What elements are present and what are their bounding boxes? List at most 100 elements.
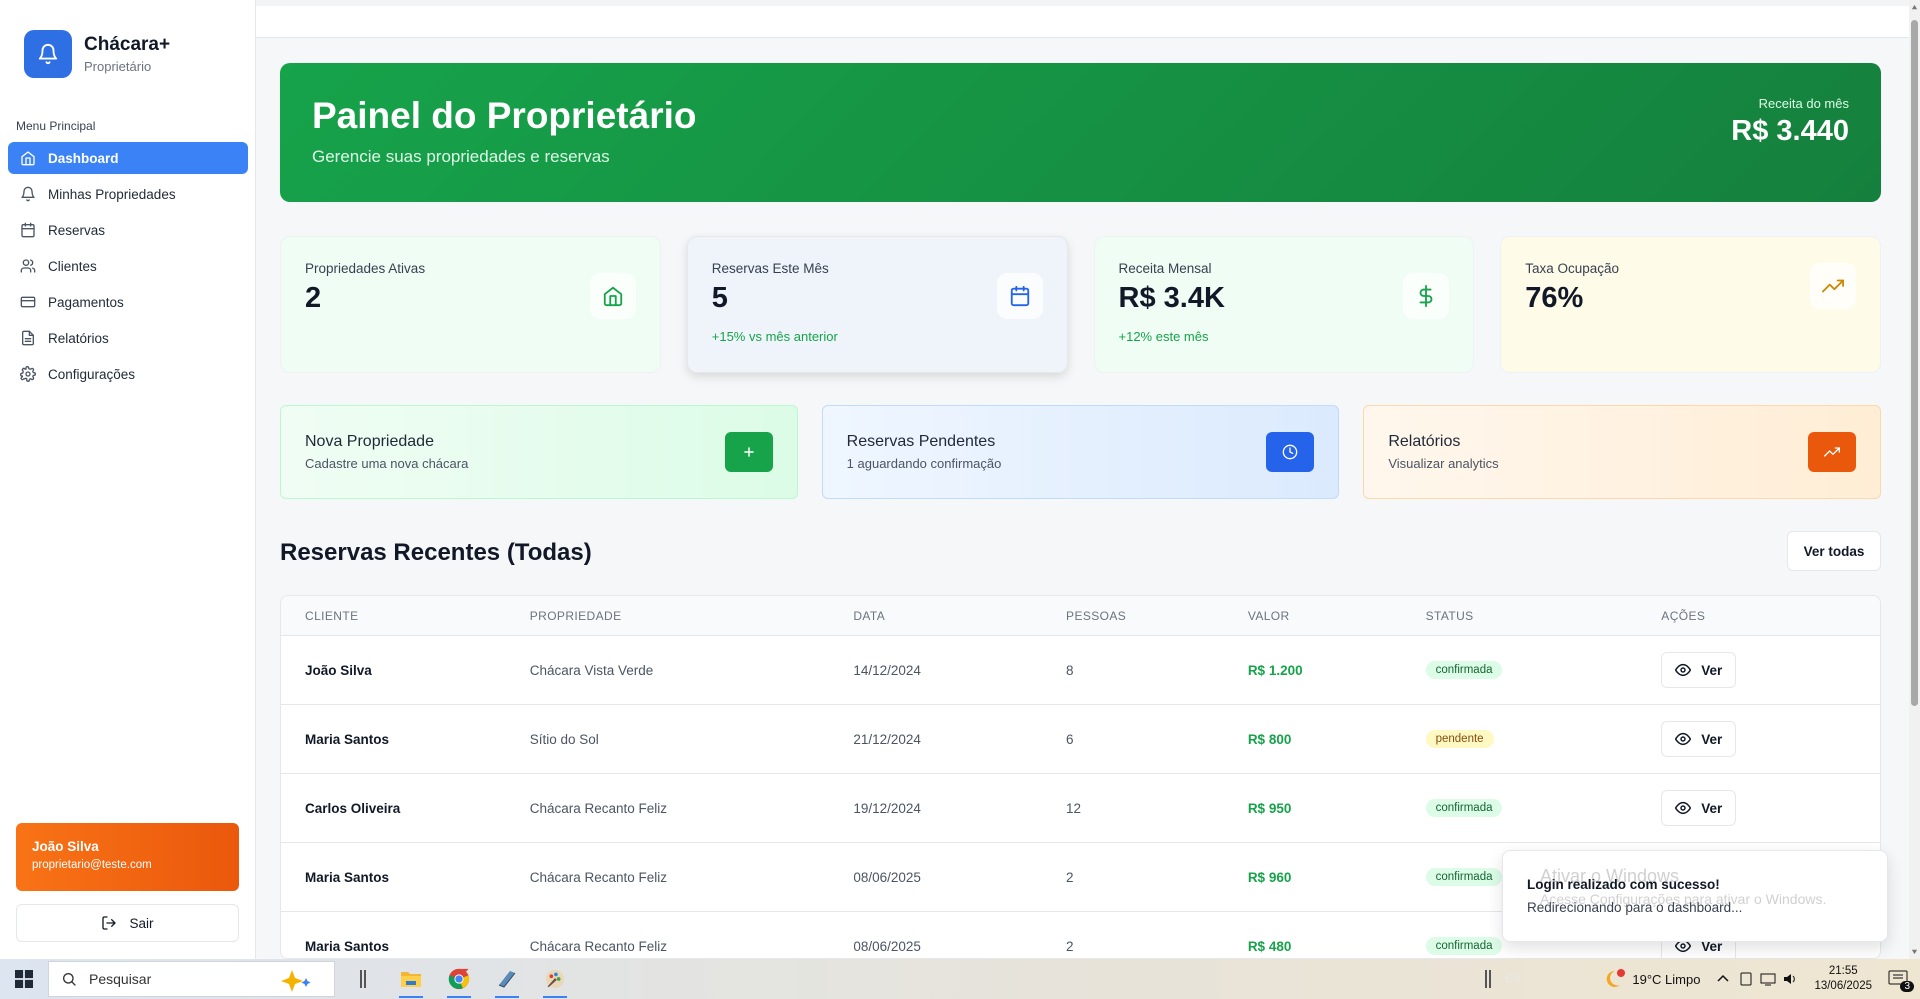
client-cell: Maria Santos — [305, 731, 390, 747]
logout-icon — [102, 916, 117, 930]
stat-value: R$ 3.4K — [1118, 282, 1225, 314]
pending-reservations-button[interactable] — [1266, 432, 1315, 472]
chrome-icon[interactable] — [439, 959, 479, 999]
value-cell: R$ 480 — [1247, 938, 1292, 954]
see-all-button[interactable]: Ver todas — [1787, 531, 1881, 571]
property-cell: Chácara Recanto Feliz — [529, 938, 668, 954]
view-label: Ver — [1701, 800, 1723, 816]
status-badge: confirmada — [1425, 799, 1503, 817]
scroll-thumb[interactable] — [1911, 20, 1918, 706]
property-cell: Chácara Recanto Feliz — [529, 800, 668, 816]
stat-trend: +12% este mês — [1118, 329, 1209, 344]
property-cell: Sítio do Sol — [529, 731, 599, 747]
brand-logo — [24, 30, 72, 78]
pending-reservations-card[interactable]: Reservas Pendentes 1 aguardando confirma… — [821, 405, 1340, 499]
user-name: João Silva — [32, 839, 99, 854]
palette-icon — [545, 969, 565, 989]
sidebar-item-dashboard[interactable]: Dashboard — [8, 142, 248, 174]
bell-icon — [21, 186, 35, 202]
device-icon — [1740, 972, 1752, 986]
people-cell: 2 — [1066, 938, 1074, 954]
client-cell: João Silva — [305, 662, 372, 678]
page-scrollbar[interactable] — [1909, 0, 1920, 959]
brand[interactable]: Chácara+ Proprietário — [24, 30, 170, 78]
table-row: Carlos Oliveira Chácara Recanto Feliz 19… — [281, 774, 1880, 843]
value-cell: R$ 950 — [1247, 800, 1292, 816]
stat-icon-box — [996, 273, 1043, 319]
gear-icon — [20, 366, 36, 382]
plus-icon — [743, 447, 754, 457]
taskbar-search[interactable]: Pesquisar — [48, 961, 335, 997]
scroll-down-icon — [1911, 949, 1918, 955]
logout-button[interactable]: Sair — [16, 904, 239, 942]
sidebar-item-settings[interactable]: Configurações — [8, 358, 248, 390]
column-header[interactable]: DATA — [853, 609, 1066, 623]
stat-card-reservations: Reservas Este Mês 5 +15% vs mês anterior — [686, 236, 1068, 373]
table-row: João Silva Chácara Vista Verde 14/12/202… — [281, 636, 1880, 705]
client-cell: Maria Santos — [305, 869, 390, 885]
weather-widget[interactable]: 19°C Limpo — [1606, 969, 1700, 989]
window-app-icon — [498, 971, 516, 988]
column-header[interactable]: PESSOAS — [1066, 609, 1248, 623]
clock-time: 21:55 — [1828, 965, 1858, 977]
clock[interactable]: 21:55 13/06/2025 — [1814, 964, 1872, 994]
app-icon[interactable] — [487, 959, 527, 999]
stat-icon-box — [589, 273, 636, 319]
client-cell: Maria Santos — [305, 938, 390, 954]
view-label: Ver — [1701, 662, 1723, 678]
value-cell: R$ 960 — [1247, 869, 1292, 885]
trending-up-icon — [1822, 279, 1844, 293]
column-header[interactable]: VALOR — [1248, 609, 1426, 623]
sidebar-item-label: Configurações — [48, 366, 136, 382]
view-button[interactable]: Ver — [1661, 721, 1737, 757]
paint-app-icon[interactable] — [535, 959, 575, 999]
status-badge: confirmada — [1425, 937, 1503, 955]
new-property-button[interactable] — [724, 432, 773, 472]
new-property-card[interactable]: Nova Propriedade Cadastre uma nova cháca… — [280, 405, 798, 499]
stat-icon-box — [1810, 263, 1856, 309]
stat-icon-box — [1403, 273, 1450, 319]
task-view-icon[interactable] — [343, 959, 383, 999]
separator-icon — [360, 970, 366, 988]
view-button[interactable]: Ver — [1661, 790, 1737, 826]
stat-label: Receita Mensal — [1118, 261, 1212, 276]
keyboard-language[interactable]: EN — [1505, 973, 1520, 985]
stat-card-occupancy: Taxa Ocupação 76% — [1500, 236, 1881, 373]
notification-center[interactable]: 3 — [1888, 970, 1914, 992]
view-label: Ver — [1701, 731, 1723, 747]
table-row: Maria Santos Sítio do Sol 21/12/2024 6 R… — [281, 705, 1880, 774]
file-explorer-icon[interactable] — [391, 959, 431, 999]
stat-card-revenue: Receita Mensal R$ 3.4K +12% este mês — [1093, 236, 1475, 373]
sidebar: Chácara+ Proprietário Menu Principal Das… — [0, 0, 256, 959]
sidebar-item-clients[interactable]: Clientes — [8, 250, 248, 282]
column-header[interactable]: CLIENTE — [281, 609, 530, 623]
column-header[interactable]: PROPRIEDADE — [530, 609, 854, 623]
sidebar-item-properties[interactable]: Minhas Propriedades — [8, 178, 248, 210]
notification-count: 3 — [1900, 981, 1914, 992]
reports-card[interactable]: Relatórios Visualizar analytics — [1363, 405, 1882, 499]
sidebar-item-reports[interactable]: Relatórios — [8, 322, 248, 354]
page-subtitle: Gerencie suas propriedades e reservas — [312, 147, 610, 166]
chevron-up-icon — [1717, 974, 1729, 982]
top-bar — [256, 0, 1909, 38]
column-header[interactable]: STATUS — [1426, 609, 1662, 623]
stat-trend: +15% vs mês anterior — [711, 329, 838, 344]
status-badge: confirmada — [1425, 868, 1503, 886]
separator-icon — [1485, 970, 1492, 988]
date-cell: 14/12/2024 — [853, 662, 921, 678]
sidebar-item-payments[interactable]: Pagamentos — [8, 286, 248, 318]
windows-icon — [15, 970, 33, 988]
windows-watermark-text: Acesse Configurações para ativar o Windo… — [1540, 891, 1827, 907]
reports-button[interactable] — [1808, 432, 1857, 472]
file-icon — [22, 330, 34, 346]
browser-icon — [448, 968, 470, 990]
start-button[interactable] — [0, 959, 48, 999]
os-taskbar: Pesquisar EN 19°C Limpo 21:55 13/06/2025 — [0, 959, 1920, 999]
sidebar-item-reservations[interactable]: Reservas — [8, 214, 248, 246]
column-header[interactable]: AÇÕES — [1661, 609, 1880, 623]
stat-label: Taxa Ocupação — [1525, 261, 1620, 276]
view-button[interactable]: Ver — [1661, 652, 1737, 688]
brand-name: Chácara+ — [84, 34, 171, 55]
user-card[interactable]: João Silva proprietario@teste.com — [16, 823, 239, 891]
action-title: Nova Propriedade — [305, 433, 434, 450]
